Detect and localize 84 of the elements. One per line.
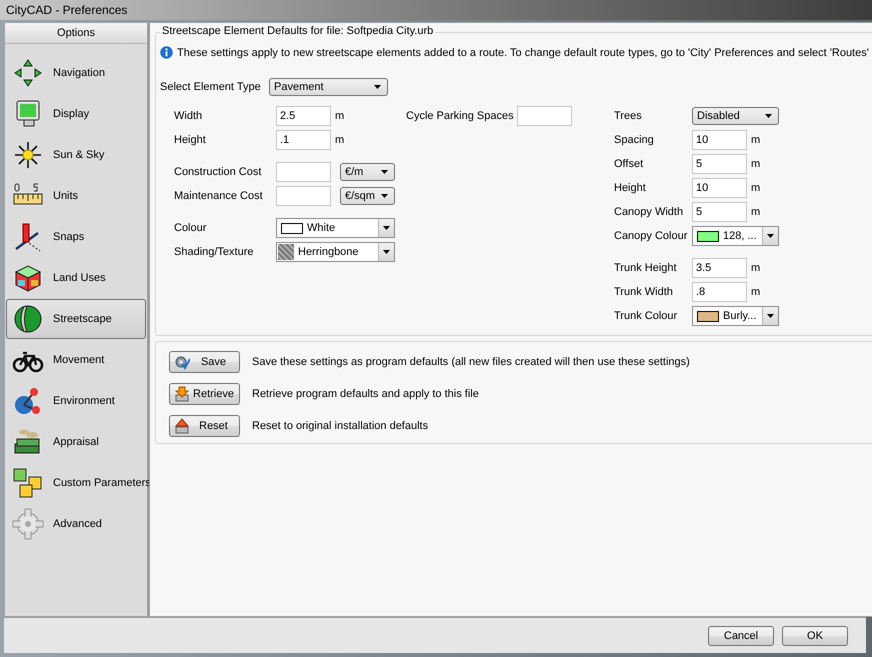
colour-dropdown[interactable]: White [276,218,395,238]
dropdown[interactable]: €/m [340,163,395,181]
field-label: Trees [614,110,643,122]
text-field[interactable]: 10 [692,130,747,150]
sidebar-header: Options [5,23,147,44]
field-label: Offset [614,158,644,170]
sidebar-item[interactable]: Land Uses [6,258,146,298]
unit-label: m [751,134,760,146]
sidebar-item[interactable]: Movement [6,340,146,380]
caret-icon [374,85,381,89]
unit-label: m [751,182,760,194]
upload-icon [174,418,190,434]
unit-label: m [335,110,344,122]
text-field[interactable]: .1 [276,130,331,150]
texture-dropdown[interactable]: Herringbone [276,242,395,262]
field-label: Construction Cost [174,166,262,178]
caret-icon [381,194,388,198]
globe-icon [12,303,44,335]
texture-swatch [278,244,294,260]
info-text: These settings apply to new streetscape elements added to a route. To change default route types, go to 'City' Preferences and select 'Routes' [177,46,869,58]
arrows-icon [12,57,44,89]
caret-icon [767,314,774,318]
action-button[interactable]: Retrieve [169,383,240,405]
window-title: CityCAD - Preferences [6,3,128,17]
field-label: Trunk Height [614,262,678,274]
unit-label: m [751,206,760,218]
field-label: Spacing [614,134,655,146]
field-label: Maintenance Cost [174,190,264,202]
text-field[interactable]: 5 [692,154,747,174]
field-label: Select Element Type [160,81,262,93]
dropdown[interactable]: €/sqm [340,187,395,205]
action-button[interactable]: Reset [169,415,240,437]
text-field[interactable]: .8 [692,282,747,302]
sidebar-item[interactable]: Advanced [6,504,146,544]
field-label: Canopy Colour [614,230,688,242]
field-label: Canopy Width [614,206,684,218]
dialog-button[interactable]: Cancel [708,626,774,646]
unit-label: m [751,286,760,298]
dropdown[interactable]: Disabled [692,107,779,125]
action-button[interactable]: Save [169,351,240,373]
field-label: Height [614,182,647,194]
dropdown[interactable]: Pavement [269,78,388,96]
text-field[interactable]: 3.5 [692,258,747,278]
unit-label: m [751,158,760,170]
action-description: Save these settings as program defaults (all new files created will then use these settings) [252,356,690,368]
text-field[interactable]: 5 [692,202,747,222]
field-label: Shading/Texture [174,246,254,258]
field-label: Cycle Parking Spaces [406,110,515,122]
caret-icon [383,226,390,230]
sidebar-item[interactable]: Navigation [6,53,146,93]
field-label: Colour [174,222,208,234]
action-description: Retrieve program defaults and apply to this file [252,388,479,400]
text-field[interactable] [517,106,572,126]
caret-icon [381,170,388,174]
gear-icon [12,508,44,540]
caret-icon [765,114,772,118]
unit-label: m [751,262,760,274]
text-field[interactable] [276,162,331,182]
tiles-icon [12,467,44,499]
caret-icon [383,250,390,254]
unit-label: m [335,134,344,146]
field-label: Trunk Width [614,286,674,298]
sidebar-item[interactable]: Units [6,176,146,216]
field-label: Width [174,110,204,122]
action-description: Reset to original installation defaults [252,420,428,432]
colour-dropdown[interactable]: Burly... [692,306,779,326]
colour-dropdown[interactable]: 128, ... [692,226,779,246]
sidebar-item[interactable]: Snaps [6,217,146,257]
text-field[interactable]: 10 [692,178,747,198]
sidebar-item[interactable]: Appraisal [6,422,146,462]
text-field[interactable]: 2.5 [276,106,331,126]
sidebar-item[interactable]: Sun & Sky [6,135,146,175]
field-label: Height [174,134,207,146]
sidebar-item[interactable]: Display [6,94,146,134]
text-field[interactable] [276,186,331,206]
field-label: Trunk Colour [614,310,678,322]
dialog-button[interactable]: OK [782,626,848,646]
download-icon [174,386,190,402]
sidebar-item[interactable]: Streetscape [6,299,146,339]
info-icon [160,46,173,59]
sun-icon [12,139,44,171]
group-title: Streetscape Element Defaults for file: Softpedia City.urb [160,25,436,37]
sidebar-item[interactable]: Environment [6,381,146,421]
caret-icon [767,234,774,238]
